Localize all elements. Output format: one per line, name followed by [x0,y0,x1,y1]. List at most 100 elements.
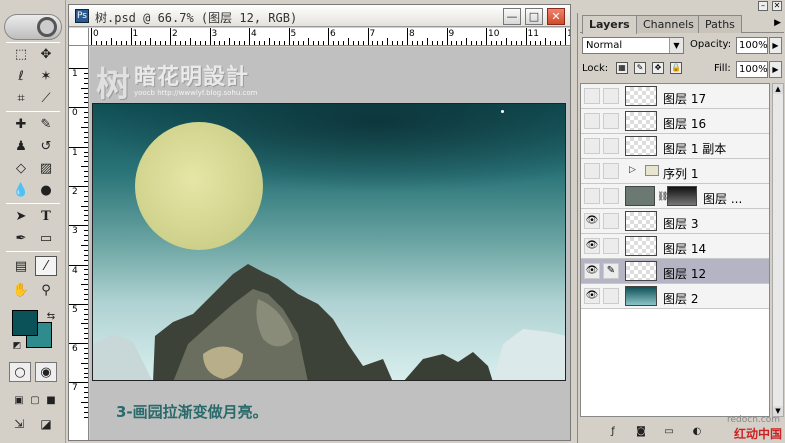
brush-icon[interactable]: ✎ [35,114,57,134]
hand-icon[interactable]: ✋ [10,280,32,300]
layer-link-toggle[interactable] [603,188,619,204]
screen-mode-full-icon[interactable]: ■ [40,390,62,410]
ruler-label: 4 [251,29,257,39]
standard-mode-icon[interactable]: ○ [9,362,31,382]
layer-row[interactable]: 图层 16 [581,109,769,134]
layer-style-icon[interactable]: ƒ [606,425,620,439]
default-colors-icon[interactable]: ◩ [6,336,28,356]
layer-row[interactable]: ⛓ 图层 ... [581,184,769,209]
layer-link-toggle[interactable] [603,138,619,154]
photoshop-logo[interactable] [4,14,62,40]
lasso-icon[interactable]: ℓ [10,66,32,86]
ruler-minor-tick [214,41,216,45]
horizontal-ruler[interactable]: 0123456789101112 [89,28,570,46]
opacity-slider-arrow-icon[interactable]: ▶ [769,37,782,54]
stamp-icon[interactable]: ♟ [10,136,32,156]
opacity-input[interactable]: 100% [736,37,768,54]
add-mask-icon[interactable]: ◙ [634,425,648,439]
lock-all-icon[interactable]: 🔒 [670,62,682,74]
eye-icon[interactable]: 👁 [584,263,600,279]
layer-link-toggle[interactable] [603,88,619,104]
imageready-icon[interactable]: ◪ [35,414,57,434]
fill-input[interactable]: 100% [736,61,768,78]
eye-icon[interactable]: 👁 [584,213,600,229]
chevron-down-icon[interactable]: ▼ [669,38,683,53]
lock-transparency-icon[interactable]: ▦ [616,62,628,74]
image-canvas[interactable] [92,103,566,381]
expand-triangle-icon[interactable]: ▷ [629,165,636,175]
layer-link-toggle[interactable] [603,163,619,179]
magic-wand-icon[interactable]: ✶ [35,66,57,86]
new-group-icon[interactable]: ▭ [662,425,676,439]
zoom-icon[interactable]: ⚲ [35,280,57,300]
pen-icon[interactable]: ✒ [10,228,32,248]
crop-icon[interactable]: ⌗ [10,88,32,108]
visibility-toggle[interactable] [584,88,600,104]
jump-to-imageready-icon[interactable]: ⇲ [8,414,30,434]
visibility-toggle[interactable] [584,188,600,204]
foreground-color-swatch[interactable] [12,310,38,336]
ruler-minor-tick [362,41,364,45]
notes-icon[interactable]: ▤ [10,256,32,276]
lock-pixels-icon[interactable]: ✎ [634,62,646,74]
path-select-icon[interactable]: ➤ [10,206,32,226]
brush-icon[interactable]: ✎ [603,263,619,279]
quickmask-mode-icon[interactable]: ◉ [35,362,57,382]
tab-channels[interactable]: Channels [636,15,701,33]
scroll-up-icon[interactable]: ▲ [773,84,783,94]
visibility-toggle[interactable] [584,138,600,154]
ruler-minor-tick [323,41,325,45]
document-titlebar[interactable]: Ps 树.psd @ 66.7% (图层 12, RGB) — □ ✕ [69,5,570,27]
fill-slider-arrow-icon[interactable]: ▶ [769,61,782,78]
layer-row[interactable]: 👁 图层 3 [581,209,769,234]
minimize-button[interactable]: — [503,8,521,25]
eraser-icon[interactable]: ◇ [10,158,32,178]
tab-paths[interactable]: Paths [698,15,742,33]
layer-link-toggle[interactable] [603,113,619,129]
layer-row[interactable]: 👁 图层 2 [581,284,769,309]
dodge-icon[interactable]: ● [35,180,57,200]
vertical-ruler[interactable]: 1 0 1 2 3 4 5 6 7 [69,46,89,440]
marquee-icon[interactable]: ⬚ [10,44,32,64]
gradient-icon[interactable]: ▨ [35,158,57,178]
lock-position-icon[interactable]: ✥ [652,62,664,74]
eyedropper-icon[interactable]: ⁄ [35,256,57,276]
layer-mask-thumbnail[interactable] [667,186,697,206]
eye-icon[interactable]: 👁 [584,288,600,304]
layer-group-row[interactable]: ▷ 序列 1 [581,159,769,184]
blur-icon[interactable]: 💧 [10,180,32,200]
layer-row[interactable]: 👁 图层 14 [581,234,769,259]
document-pasteboard[interactable]: 树 暗花明設計 yoocb http://wwwlyf.blog.sohu.co… [90,47,570,440]
slice-icon[interactable]: ⟋ [35,88,57,108]
layer-row[interactable]: 图层 1 副本 [581,134,769,159]
layer-link-toggle[interactable] [603,213,619,229]
maximize-button[interactable]: □ [525,8,543,25]
move-icon[interactable]: ✥ [35,44,57,64]
ruler-minor-tick [84,367,88,369]
ruler-origin[interactable] [69,28,89,46]
palette-minimize-button[interactable]: – [758,1,768,11]
palette-close-button[interactable]: ✕ [772,1,782,11]
history-brush-icon[interactable]: ↺ [35,136,57,156]
healing-icon[interactable]: ✚ [10,114,32,134]
layer-name: 图层 17 [663,92,707,106]
layer-row[interactable]: 图层 17 [581,84,769,109]
palette-titlebar[interactable]: – ✕ [578,0,785,13]
type-icon[interactable]: T [35,206,57,226]
layer-link-toggle[interactable] [603,238,619,254]
shape-icon[interactable]: ▭ [35,228,57,248]
eye-icon[interactable]: 👁 [584,238,600,254]
visibility-toggle[interactable] [584,163,600,179]
swap-colors-icon[interactable]: ⇆ [40,306,62,326]
adjustment-layer-icon[interactable]: ◐ [690,425,704,439]
close-button[interactable]: ✕ [547,8,565,25]
ruler-label: 9 [448,29,455,39]
layer-row-active[interactable]: 👁 ✎ 图层 12 [581,259,769,284]
layer-list-scrollbar[interactable]: ▲ ▼ [772,83,784,417]
tab-layers[interactable]: Layers [582,15,637,34]
blend-mode-select[interactable]: Normal ▼ [582,37,684,54]
ruler-minor-tick [253,41,255,45]
layer-link-toggle[interactable] [603,288,619,304]
palette-menu-arrow-icon[interactable]: ▶ [774,18,781,28]
visibility-toggle[interactable] [584,113,600,129]
